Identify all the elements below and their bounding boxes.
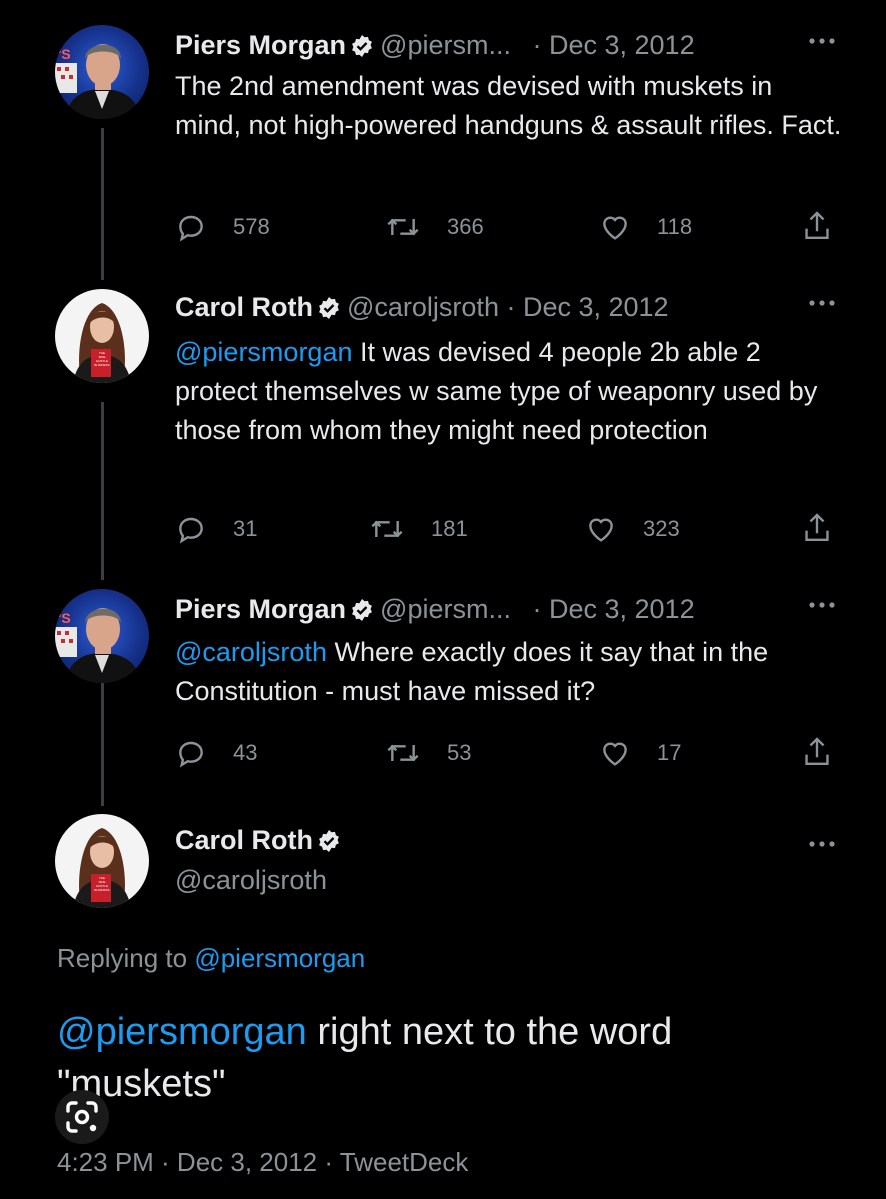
reply-button[interactable]: 578 [175, 209, 270, 245]
tweet-header: Piers Morgan @piersm... · Dec 3, 2012 [175, 25, 826, 65]
like-count: 17 [657, 740, 682, 765]
tweet-header: Piers Morgan @piersm... · Dec 3, 2012 [175, 589, 826, 629]
svg-text:'S: 'S [58, 610, 71, 626]
book-cover: THE SIDE HUSTLE BUSINESS [93, 351, 111, 367]
tweet-date[interactable]: · Dec 3, 2012 [533, 594, 695, 624]
replying-to-label: Replying to [57, 943, 195, 973]
retweet-count: 53 [447, 740, 472, 765]
mention-link[interactable]: @caroljsroth [175, 637, 327, 667]
avatar[interactable]: 'S [55, 589, 149, 683]
retweet-button[interactable]: 53 [385, 735, 471, 771]
focused-tweet-text: @piersmorgan right next to the word "mus… [57, 1006, 837, 1110]
share-icon[interactable] [801, 735, 833, 774]
retweet-count: 366 [447, 214, 484, 239]
avatar[interactable]: THE SIDE HUSTLE BUSINESS [55, 814, 149, 908]
retweet-button[interactable]: 366 [385, 209, 484, 245]
mention-link[interactable]: @piersmorgan [175, 337, 352, 367]
tweet-text: @piersmorgan It was devised 4 people 2b … [175, 333, 845, 450]
retweet-count: 181 [431, 516, 468, 541]
verified-badge-icon [317, 824, 341, 864]
retweet-icon [387, 744, 419, 762]
reply-button[interactable]: 43 [175, 735, 257, 771]
tweet[interactable]: 'S Piers Morgan @piersm... · Dec 3, 2012 … [0, 25, 886, 255]
author-handle[interactable]: @caroljsroth [347, 292, 499, 322]
share-icon[interactable] [801, 511, 833, 550]
retweet-icon [387, 218, 419, 236]
book-cover-text: BUSINESS [94, 888, 110, 892]
tweet-header: Carol Roth [175, 820, 826, 860]
mention-link[interactable]: @piersmorgan [57, 1011, 307, 1053]
heart-icon [603, 742, 627, 766]
reply-icon [179, 215, 203, 242]
svg-text:'S: 'S [58, 46, 71, 62]
tweet-header: Carol Roth @caroljsroth · Dec 3, 2012 [175, 287, 826, 327]
tweet[interactable]: 'S Piers Morgan @piersm... · Dec 3, 2012 … [0, 589, 886, 789]
tweet-actions: 43 53 17 [175, 735, 845, 771]
heart-icon [603, 216, 627, 240]
like-count: 323 [643, 516, 680, 541]
share-icon[interactable] [801, 209, 833, 248]
avatar[interactable]: THE SIDE HUSTLE BUSINESS [55, 289, 149, 383]
more-options-icon[interactable] [808, 295, 836, 313]
tweet-body: The 2nd amendment was devised with muske… [175, 71, 842, 140]
author-handle[interactable]: @caroljsroth [175, 862, 327, 898]
reply-count: 31 [233, 516, 258, 541]
author-name[interactable]: Carol Roth [175, 292, 313, 322]
verified-badge-icon [350, 593, 374, 633]
author-handle[interactable]: @piersm... [380, 594, 511, 624]
verified-badge-icon [350, 29, 374, 69]
replying-to-handle[interactable]: @piersmorgan [194, 943, 365, 973]
google-lens-icon[interactable] [55, 1090, 109, 1144]
reply-icon [179, 741, 203, 768]
like-button[interactable]: 118 [599, 209, 692, 245]
like-count: 118 [657, 214, 693, 239]
reply-button[interactable]: 31 [175, 511, 257, 547]
avatar-photo-icon [73, 303, 131, 383]
author-name[interactable]: Piers Morgan [175, 30, 346, 60]
verified-badge-icon [317, 291, 341, 331]
focused-tweet: THE SIDE HUSTLE BUSINESS Carol Roth @car… [0, 814, 886, 1199]
tweet-text: @caroljsroth Where exactly does it say t… [175, 633, 845, 711]
tweet-date[interactable]: · Dec 3, 2012 [533, 30, 695, 60]
tweet-text: The 2nd amendment was devised with muske… [175, 67, 845, 145]
heart-icon [589, 518, 613, 542]
retweet-button[interactable]: 181 [369, 511, 468, 547]
like-button[interactable]: 17 [599, 735, 681, 771]
more-options-icon[interactable] [808, 597, 836, 615]
author-name[interactable]: Piers Morgan [175, 594, 346, 624]
avatar-photo-icon: 'S [55, 44, 141, 119]
reply-count: 43 [233, 740, 258, 765]
author-name[interactable]: Carol Roth [175, 825, 313, 855]
book-cover: THE SIDE HUSTLE BUSINESS [93, 876, 111, 892]
avatar[interactable]: 'S [55, 25, 149, 119]
tweet-actions: 578 366 118 [175, 209, 845, 245]
retweet-icon [371, 520, 403, 538]
author-handle[interactable]: @piersm... [380, 30, 511, 60]
avatar-photo-icon [73, 828, 131, 908]
avatar-photo-icon: 'S [55, 608, 141, 683]
tweet-actions: 31 181 323 [175, 511, 845, 547]
more-options-icon[interactable] [808, 33, 836, 51]
reply-icon [179, 517, 203, 544]
book-cover-text: BUSINESS [94, 363, 110, 367]
more-options-icon[interactable] [808, 836, 836, 854]
tweet[interactable]: THE SIDE HUSTLE BUSINESS Carol Roth @caro… [0, 287, 886, 557]
tweet-date[interactable]: · Dec 3, 2012 [506, 292, 668, 322]
replying-to: Replying to @piersmorgan [57, 940, 365, 976]
tweet-timestamp[interactable]: 4:23 PM · Dec 3, 2012 · TweetDeck [57, 1144, 468, 1180]
reply-count: 578 [233, 214, 270, 239]
like-button[interactable]: 323 [585, 511, 680, 547]
